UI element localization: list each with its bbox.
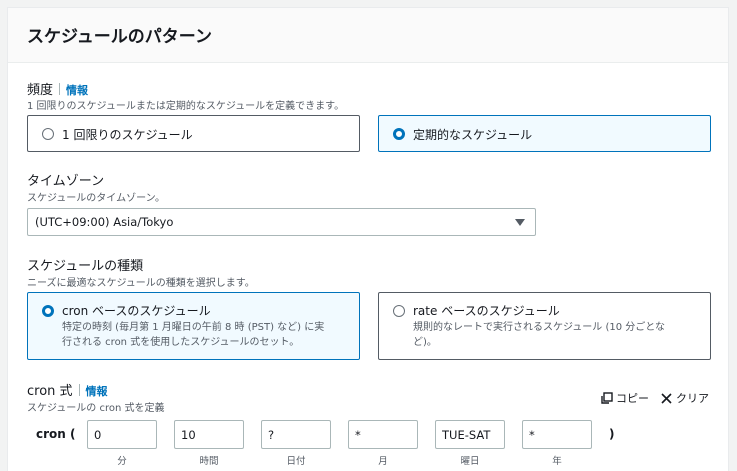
- cron-month-caption: 月: [378, 456, 388, 467]
- clear-button[interactable]: クリア: [660, 390, 709, 406]
- cron-info-link[interactable]: 情報: [86, 385, 108, 398]
- timezone-select-value: (UTC+09:00) Asia/Tokyo: [35, 215, 174, 229]
- frequency-option-one-time[interactable]: 1 回限りのスケジュール: [27, 115, 360, 152]
- schedule-type-rate-desc-line2: ど)。: [413, 337, 437, 348]
- cron-day-of-month-caption: 日付: [286, 456, 306, 467]
- schedule-type-rate-desc-line1: 規則的なレートで実行されるスケジュール (10 分ごとな: [413, 322, 665, 333]
- schedule-type-cron[interactable]: cron ベースのスケジュール 特定の時刻 (毎月第 1 月曜日の午前 8 時 …: [27, 292, 360, 360]
- cron-day-of-month-input[interactable]: [261, 420, 331, 449]
- schedule-type-cron-desc-line1: 特定の時刻 (毎月第 1 月曜日の午前 8 時 (PST) など) に実: [62, 322, 325, 333]
- copy-label: コピー: [616, 392, 649, 405]
- frequency-label: 頻度: [27, 83, 54, 98]
- cron-label: cron 式: [27, 384, 73, 399]
- frequency-description: 1 回限りのスケジュールまたは定期的なスケジュールを定義できます。: [27, 101, 345, 112]
- cron-year-input[interactable]: [522, 420, 592, 449]
- schedule-type-description: ニーズに最適なスケジュールの種類を選択します。: [27, 278, 255, 289]
- radio-cron[interactable]: [42, 305, 54, 317]
- schedule-type-rate[interactable]: rate ベースのスケジュール 規則的なレートで実行されるスケジュール (10 …: [378, 292, 711, 360]
- close-icon: [661, 392, 672, 404]
- cron-minutes-caption: 分: [117, 456, 127, 467]
- frequency-label-group: 頻度 情報: [27, 79, 88, 98]
- schedule-type-label: スケジュールの種類: [27, 259, 144, 274]
- cron-close-paren: ): [609, 427, 615, 441]
- cron-open-paren: cron (: [36, 427, 76, 441]
- schedule-type-rate-label: rate ベースのスケジュール: [413, 304, 560, 318]
- radio-rate[interactable]: [393, 305, 405, 317]
- divider: [78, 384, 80, 396]
- divider: [59, 83, 61, 95]
- cron-description: スケジュールの cron 式を定義: [27, 403, 165, 414]
- cron-year-caption: 年: [552, 456, 562, 467]
- clear-label: クリア: [676, 392, 709, 405]
- cron-day-of-week-caption: 曜日: [460, 456, 480, 467]
- caret-down-icon: [515, 219, 525, 226]
- timezone-label: タイムゾーン: [27, 174, 105, 189]
- schedule-type-cron-desc-line2: 行される cron 式を使用したスケジュールのセット。: [62, 337, 300, 348]
- copy-button[interactable]: コピー: [600, 390, 649, 406]
- timezone-description: スケジュールのタイムゾーン。: [27, 193, 165, 204]
- timezone-select[interactable]: (UTC+09:00) Asia/Tokyo: [27, 208, 536, 236]
- panel-title: スケジュールのパターン: [27, 27, 212, 47]
- frequency-option-one-time-label: 1 回限りのスケジュール: [62, 128, 193, 142]
- frequency-option-recurring[interactable]: 定期的なスケジュール: [378, 115, 711, 152]
- schedule-type-cron-label: cron ベースのスケジュール: [62, 304, 211, 318]
- cron-label-group: cron 式情報: [27, 380, 108, 399]
- radio-one-time[interactable]: [42, 128, 54, 140]
- cron-day-of-week-input[interactable]: [435, 420, 505, 449]
- cron-month-input[interactable]: [348, 420, 418, 449]
- frequency-option-recurring-label: 定期的なスケジュール: [413, 128, 533, 142]
- cron-hours-input[interactable]: [174, 420, 244, 449]
- copy-icon: [601, 391, 613, 404]
- radio-recurring[interactable]: [393, 128, 405, 140]
- panel-header: スケジュールのパターン: [8, 8, 728, 63]
- frequency-info-link[interactable]: 情報: [66, 84, 88, 97]
- cron-hours-caption: 時間: [199, 456, 219, 467]
- cron-minutes-input[interactable]: [87, 420, 157, 449]
